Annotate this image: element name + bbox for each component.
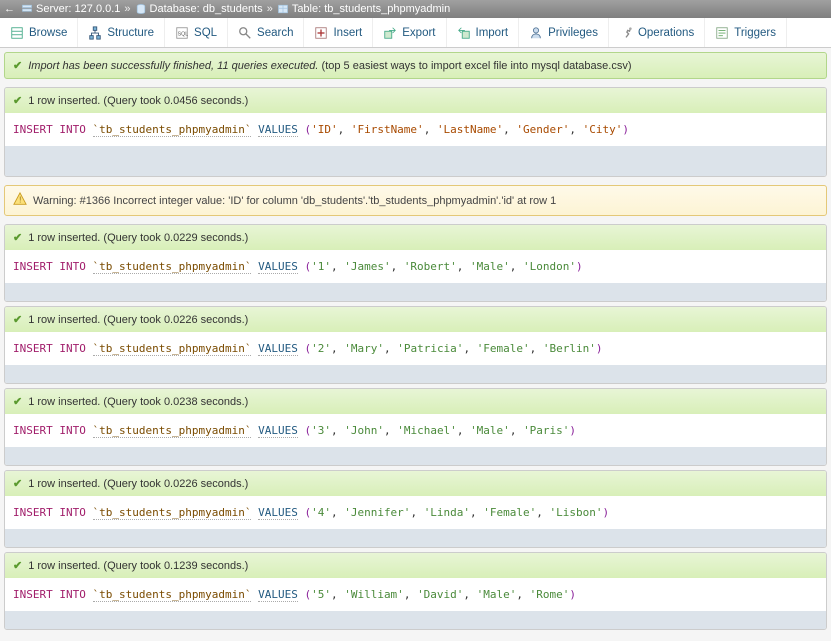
back-arrow-icon[interactable]: ← bbox=[4, 3, 15, 15]
table-label: Table: bbox=[292, 3, 321, 15]
spacer bbox=[5, 283, 826, 301]
row-msg: 1 row inserted. (Query took 0.0238 secon… bbox=[28, 396, 248, 408]
svg-text:!: ! bbox=[19, 196, 21, 205]
crumb-sep: » bbox=[267, 3, 273, 15]
row-msg: 1 row inserted. (Query took 0.1239 secon… bbox=[28, 560, 248, 572]
server-value: 127.0.0.1 bbox=[75, 3, 121, 15]
tab-label: Triggers bbox=[734, 27, 776, 39]
privileges-icon bbox=[529, 26, 543, 40]
row-inserted-notice: ✔ 1 row inserted. (Query took 0.0229 seco… bbox=[5, 225, 826, 250]
tab-search[interactable]: Search bbox=[228, 18, 304, 47]
import-success-notice: ✔ Import has been successfully finished,… bbox=[4, 52, 827, 79]
spacer bbox=[5, 529, 826, 547]
row-msg: 1 row inserted. (Query took 0.0456 secon… bbox=[28, 95, 248, 107]
row-msg: 1 row inserted. (Query took 0.0226 secon… bbox=[28, 478, 248, 490]
tab-label: Structure bbox=[107, 27, 154, 39]
search-icon bbox=[238, 26, 252, 40]
row-inserted-notice: ✔ 1 row inserted. (Query took 0.0226 seco… bbox=[5, 307, 826, 332]
tab-operations[interactable]: Operations bbox=[609, 18, 705, 47]
row-inserted-notice: ✔ 1 row inserted. (Query took 0.1239 seco… bbox=[5, 553, 826, 578]
sql-query: INSERT INTO `tb_students_phpmyadmin` VAL… bbox=[5, 250, 826, 283]
sql-query: INSERT INTO `tb_students_phpmyadmin` VAL… bbox=[5, 496, 826, 529]
tab-label: SQL bbox=[194, 27, 217, 39]
tab-label: Privileges bbox=[548, 27, 598, 39]
tab-browse[interactable]: Browse bbox=[0, 18, 78, 47]
result-group: ✔ 1 row inserted. (Query took 0.0238 seco… bbox=[4, 388, 827, 466]
result-group: ✔ 1 row inserted. (Query took 0.0226 seco… bbox=[4, 470, 827, 548]
import-success-details: (top 5 easiest ways to import excel file… bbox=[322, 60, 632, 72]
breadcrumb: ← Server: 127.0.0.1 » Database: db_stude… bbox=[0, 0, 831, 18]
database-value: db_students bbox=[203, 3, 263, 15]
database-label: Database: bbox=[150, 3, 200, 15]
success-icon: ✔ bbox=[13, 313, 22, 326]
tab-label: Operations bbox=[638, 27, 694, 39]
warning-text: Warning: #1366 Incorrect integer value: … bbox=[33, 195, 556, 207]
row-msg: 1 row inserted. (Query took 0.0229 secon… bbox=[28, 232, 248, 244]
table-icon bbox=[277, 3, 289, 15]
insert-icon bbox=[314, 26, 328, 40]
operations-icon bbox=[619, 26, 633, 40]
tab-sql[interactable]: SQL SQL bbox=[165, 18, 228, 47]
browse-icon bbox=[10, 26, 24, 40]
row-inserted-notice: ✔ 1 row inserted. (Query took 0.0456 sec… bbox=[5, 88, 826, 113]
database-crumb[interactable]: Database: db_students bbox=[135, 3, 263, 15]
result-group: ✔ 1 row inserted. (Query took 0.0226 seco… bbox=[4, 306, 827, 384]
triggers-icon bbox=[715, 26, 729, 40]
server-icon bbox=[21, 3, 33, 15]
tab-insert[interactable]: Insert bbox=[304, 18, 373, 47]
sql-query: INSERT INTO `tb_students_phpmyadmin` VAL… bbox=[5, 113, 826, 146]
sql-query: INSERT INTO `tb_students_phpmyadmin` VAL… bbox=[5, 332, 826, 365]
spacer bbox=[5, 146, 826, 176]
tab-label: Export bbox=[402, 27, 435, 39]
export-icon bbox=[383, 26, 397, 40]
spacer bbox=[5, 611, 826, 629]
success-icon: ✔ bbox=[13, 231, 22, 244]
tab-label: Import bbox=[476, 27, 509, 39]
import-icon bbox=[457, 26, 471, 40]
success-icon: ✔ bbox=[13, 94, 22, 107]
table-value: tb_students_phpmyadmin bbox=[324, 3, 450, 15]
success-icon: ✔ bbox=[13, 477, 22, 490]
svg-text:SQL: SQL bbox=[178, 31, 189, 37]
success-icon: ✔ bbox=[13, 559, 22, 572]
tab-privileges[interactable]: Privileges bbox=[519, 18, 609, 47]
sql-query: INSERT INTO `tb_students_phpmyadmin` VAL… bbox=[5, 414, 826, 447]
result-group: ✔ 1 row inserted. (Query took 0.1239 seco… bbox=[4, 552, 827, 630]
result-group: ✔ 1 row inserted. (Query took 0.0229 seco… bbox=[4, 224, 827, 302]
server-label: Server: bbox=[36, 3, 71, 15]
spacer bbox=[5, 365, 826, 383]
row-inserted-notice: ✔ 1 row inserted. (Query took 0.0238 seco… bbox=[5, 389, 826, 414]
tab-export[interactable]: Export bbox=[373, 18, 446, 47]
success-icon: ✔ bbox=[13, 59, 22, 72]
table-crumb[interactable]: Table: tb_students_phpmyadmin bbox=[277, 3, 450, 15]
tab-triggers[interactable]: Triggers bbox=[705, 18, 787, 47]
warning-icon: ! bbox=[13, 192, 27, 209]
row-inserted-notice: ✔ 1 row inserted. (Query took 0.0226 seco… bbox=[5, 471, 826, 496]
row-msg: 1 row inserted. (Query took 0.0226 secon… bbox=[28, 314, 248, 326]
result-group: ✔ 1 row inserted. (Query took 0.0456 sec… bbox=[4, 87, 827, 177]
tab-structure[interactable]: Structure bbox=[78, 18, 165, 47]
server-crumb[interactable]: Server: 127.0.0.1 bbox=[21, 3, 120, 15]
spacer bbox=[5, 447, 826, 465]
database-icon bbox=[135, 3, 147, 15]
tab-import[interactable]: Import bbox=[447, 18, 520, 47]
crumb-sep: » bbox=[124, 3, 130, 15]
tab-label: Search bbox=[257, 27, 293, 39]
sql-query: INSERT INTO `tb_students_phpmyadmin` VAL… bbox=[5, 578, 826, 611]
structure-icon bbox=[88, 26, 102, 40]
tabs: Browse Structure SQL SQL Search Insert E… bbox=[0, 18, 831, 48]
warning-notice: ! Warning: #1366 Incorrect integer value… bbox=[4, 185, 827, 216]
tab-label: Insert bbox=[333, 27, 362, 39]
sql-icon: SQL bbox=[175, 26, 189, 40]
tab-label: Browse bbox=[29, 27, 67, 39]
success-icon: ✔ bbox=[13, 395, 22, 408]
import-success-text: Import has been successfully finished, 1… bbox=[28, 60, 318, 72]
